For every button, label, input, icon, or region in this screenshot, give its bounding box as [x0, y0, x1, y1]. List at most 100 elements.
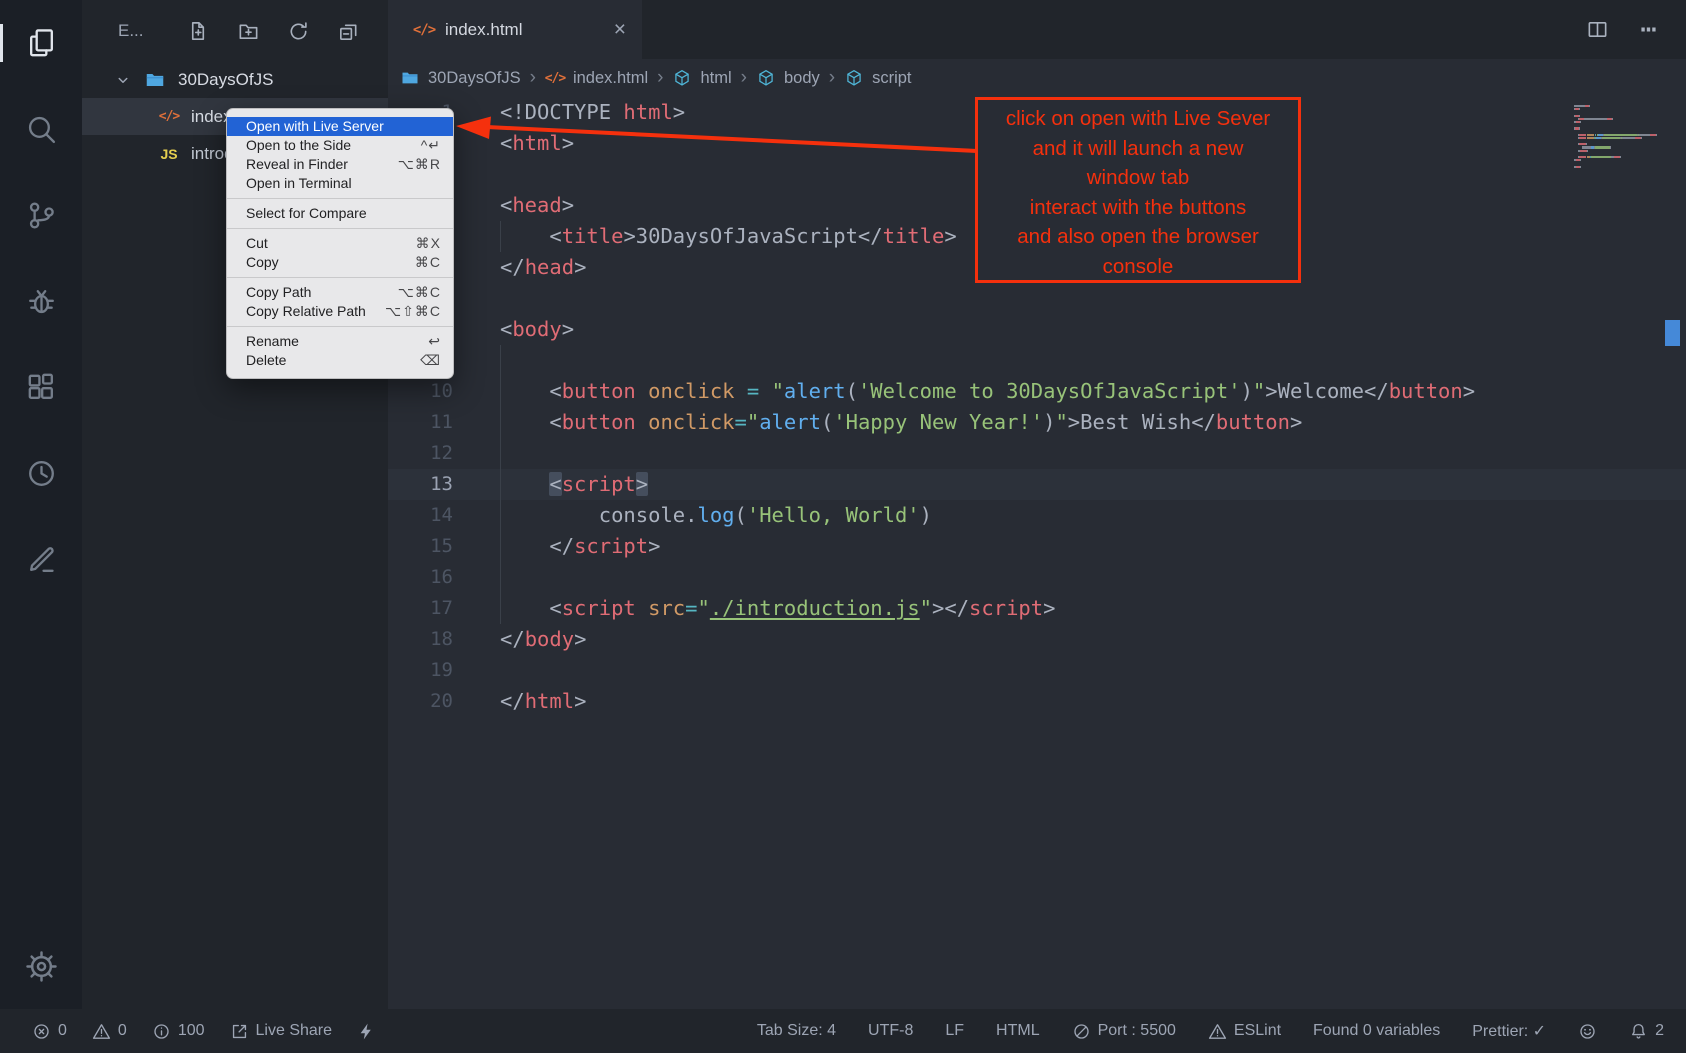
annotation-text: click on open with Live Severand it will… [978, 104, 1298, 281]
code-line[interactable]: 13 <script> [388, 469, 1686, 500]
files-icon [25, 27, 58, 60]
live-server-port[interactable]: Port : 5500 [1072, 1022, 1176, 1041]
line-number: 14 [388, 500, 500, 531]
notifications[interactable]: 2 [1629, 1022, 1664, 1041]
folder-row-30daysofjs[interactable]: 30DaysOfJS [82, 62, 388, 98]
code-line[interactable]: 7 [388, 283, 1686, 314]
code-line[interactable]: 10 <button onclick = "alert('Welcome to … [388, 376, 1686, 407]
menu-item-open-in-terminal[interactable]: Open in Terminal [227, 174, 453, 193]
code-line[interactable]: 19 [388, 655, 1686, 686]
code-line[interactable]: 20</html> [388, 686, 1686, 717]
menu-item-copy-relative-path[interactable]: Copy Relative Path⌥⇧⌘C [227, 302, 453, 321]
problems-errors[interactable]: 0 [32, 1022, 67, 1041]
line-code [500, 438, 1686, 469]
activity-source-control[interactable] [0, 172, 82, 258]
status-bar: 0 0 100 Live Share Tab Size: 4 UTF-8 LF HTML Po… [0, 1009, 1686, 1053]
line-number: 15 [388, 531, 500, 562]
end-of-line[interactable]: LF [945, 1022, 964, 1040]
menu-item-shortcut: ↩ [428, 332, 441, 351]
line-code [500, 283, 1686, 314]
code-line[interactable]: 14 console.log('Hello, World') [388, 500, 1686, 531]
status-label: Tab Size: 4 [757, 1022, 836, 1040]
eslint[interactable]: ESLint [1208, 1022, 1281, 1041]
refresh-icon [287, 20, 310, 43]
extensions-icon [25, 371, 58, 404]
menu-item-shortcut: ⌥⌘C [398, 283, 441, 302]
smiley-icon [1578, 1022, 1597, 1041]
breadcrumb-item-body[interactable]: body [756, 68, 820, 88]
menu-item-label: Open with Live Server [246, 117, 384, 136]
menu-divider [227, 326, 453, 327]
status-label: UTF-8 [868, 1022, 913, 1040]
breadcrumb-item-index-html[interactable]: </>index.html [545, 68, 648, 88]
status-label: Port : 5500 [1098, 1022, 1176, 1040]
activity-settings[interactable] [0, 923, 82, 1009]
line-number: 11 [388, 407, 500, 438]
quick-actions[interactable] [357, 1022, 376, 1041]
activity-feedback-pen[interactable] [0, 516, 82, 602]
explorer-title: E... [118, 21, 144, 41]
code-line[interactable]: 12 [388, 438, 1686, 469]
more-actions-icon[interactable]: ⋯ [1637, 18, 1660, 41]
found-variables[interactable]: Found 0 variables [1313, 1022, 1440, 1040]
breadcrumb-item-script[interactable]: script [844, 68, 911, 88]
menu-item-copy[interactable]: Copy⌘C [227, 253, 453, 272]
line-number: 12 [388, 438, 500, 469]
line-code: <button onclick = "alert('Welcome to 30D… [500, 376, 1686, 407]
code-line[interactable]: 8<body> [388, 314, 1686, 345]
menu-item-reveal-in-finder[interactable]: Reveal in Finder⌥⌘R [227, 155, 453, 174]
collapse-all-button[interactable] [336, 19, 360, 43]
menu-item-select-for-compare[interactable]: Select for Compare [227, 204, 453, 223]
prettier[interactable]: Prettier: ✓ [1472, 1021, 1546, 1041]
menu-item-copy-path[interactable]: Copy Path⌥⌘C [227, 283, 453, 302]
problems-warnings[interactable]: 0 [92, 1022, 127, 1041]
menu-item-open-with-live-server[interactable]: Open with Live Server [227, 117, 453, 136]
tab-size[interactable]: Tab Size: 4 [757, 1022, 836, 1040]
tab-index-html[interactable]: </> index.html × [388, 0, 642, 59]
activity-bar-top [0, 0, 82, 923]
code-line[interactable]: 17 <script src="./introduction.js"></scr… [388, 593, 1686, 624]
menu-item-cut[interactable]: Cut⌘X [227, 234, 453, 253]
info-count[interactable]: 100 [152, 1022, 205, 1041]
breadcrumb-item-html[interactable]: html [672, 68, 731, 88]
menu-item-shortcut: ⌘C [415, 253, 441, 272]
activity-run-and-debug[interactable] [0, 258, 82, 344]
status-label: LF [945, 1022, 964, 1040]
annotation-line: and it will launch a new [978, 134, 1298, 164]
minimap[interactable] [1574, 105, 1666, 169]
new-file-button[interactable] [186, 19, 210, 43]
activity-extensions[interactable] [0, 344, 82, 430]
menu-item-open-to-the-side[interactable]: Open to the Side^↵ [227, 136, 453, 155]
line-code: <button onclick="alert('Happy New Year!'… [500, 407, 1686, 438]
code-line[interactable]: 9 [388, 345, 1686, 376]
refresh-button[interactable] [286, 19, 310, 43]
menu-item-rename[interactable]: Rename↩ [227, 332, 453, 351]
status-label: Found 0 variables [1313, 1022, 1440, 1040]
code-line[interactable]: 16 [388, 562, 1686, 593]
code-line[interactable]: 18</body> [388, 624, 1686, 655]
line-code: </body> [500, 624, 1686, 655]
menu-item-delete[interactable]: Delete⌫ [227, 351, 453, 370]
indent-guide [500, 500, 501, 531]
new-folder-button[interactable] [236, 19, 260, 43]
activity-history[interactable] [0, 430, 82, 516]
annotation-box: click on open with Live Severand it will… [975, 97, 1301, 283]
feedback-smiley[interactable] [1578, 1022, 1597, 1041]
tab-close-icon[interactable]: × [614, 19, 626, 40]
language-mode[interactable]: HTML [996, 1022, 1040, 1040]
split-editor-icon[interactable] [1586, 18, 1609, 41]
activity-explorer[interactable] [0, 0, 82, 86]
encoding[interactable]: UTF-8 [868, 1022, 913, 1040]
breadcrumb-label: index.html [573, 69, 648, 88]
status-label: 100 [178, 1022, 205, 1040]
code-line[interactable]: 11 <button onclick="alert('Happy New Yea… [388, 407, 1686, 438]
menu-item-shortcut: ⌫ [420, 351, 441, 370]
status-label: ESLint [1234, 1022, 1281, 1040]
live-share[interactable]: Live Share [230, 1022, 333, 1041]
menu-divider [227, 277, 453, 278]
code-line[interactable]: 15 </script> [388, 531, 1686, 562]
activity-search[interactable] [0, 86, 82, 172]
breadcrumb-item-30daysofjs[interactable]: 30DaysOfJS [400, 68, 521, 88]
menu-item-label: Select for Compare [246, 204, 367, 223]
line-number: 18 [388, 624, 500, 655]
